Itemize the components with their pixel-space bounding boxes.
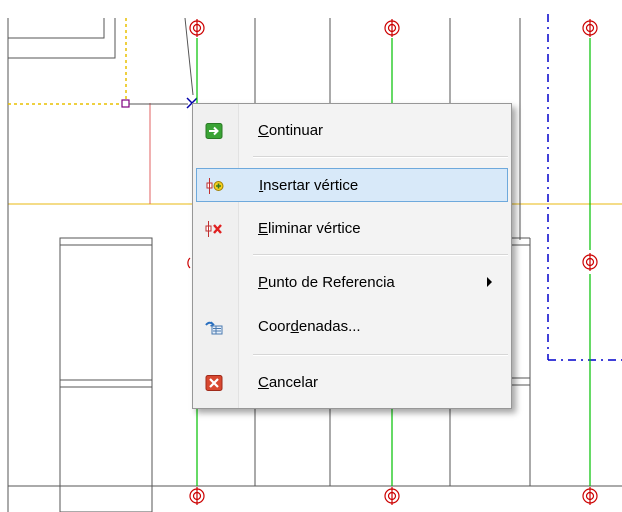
menu-item-label: Continuar — [258, 122, 324, 139]
green-arrow-icon — [205, 123, 223, 139]
column-marker-icon — [582, 487, 598, 505]
menu-separator — [253, 156, 508, 158]
menu-item-label: Coordenadas... — [258, 318, 361, 335]
menu-item-label: Cancelar — [258, 374, 319, 391]
vertex-handle[interactable] — [121, 99, 130, 108]
blue-boundary-line — [547, 14, 622, 361]
column-marker-partial — [187, 257, 191, 269]
menu-item-label: Insertar vértice — [259, 177, 359, 194]
menu-separator — [253, 254, 508, 256]
menu-item-eliminar-vertice[interactable]: Eliminar vértice — [196, 212, 508, 246]
column-marker-icon — [582, 19, 598, 37]
column-marker-icon — [384, 19, 400, 37]
column-marker-icon — [582, 253, 598, 271]
menu-item-label: Eliminar vértice — [258, 220, 361, 237]
menu-item-continuar[interactable]: Continuar — [196, 114, 508, 148]
menu-item-cancelar[interactable]: Cancelar — [196, 366, 508, 400]
menu-item-label: Punto de Referencia — [258, 274, 395, 291]
coordinates-icon — [205, 321, 223, 335]
yellow-dotted-lines — [8, 18, 127, 105]
menu-separator — [253, 354, 508, 356]
menu-item-coordenadas[interactable]: Coordenadas... — [196, 310, 508, 344]
context-menu: Continuar Insertar vértice Eliminar vért… — [192, 103, 512, 409]
column-marker-icon — [384, 487, 400, 505]
insert-vertex-icon — [206, 178, 224, 194]
menu-item-punto-de-referencia[interactable]: Punto de Referencia — [196, 266, 508, 300]
delete-vertex-icon — [205, 221, 222, 237]
column-marker-icon — [189, 19, 205, 37]
menu-icon-gutter — [193, 104, 239, 408]
column-marker-icon — [189, 487, 205, 505]
submenu-arrow-icon — [487, 277, 492, 287]
menu-item-insertar-vertice[interactable]: Insertar vértice — [196, 168, 508, 202]
cancel-icon — [205, 375, 223, 391]
